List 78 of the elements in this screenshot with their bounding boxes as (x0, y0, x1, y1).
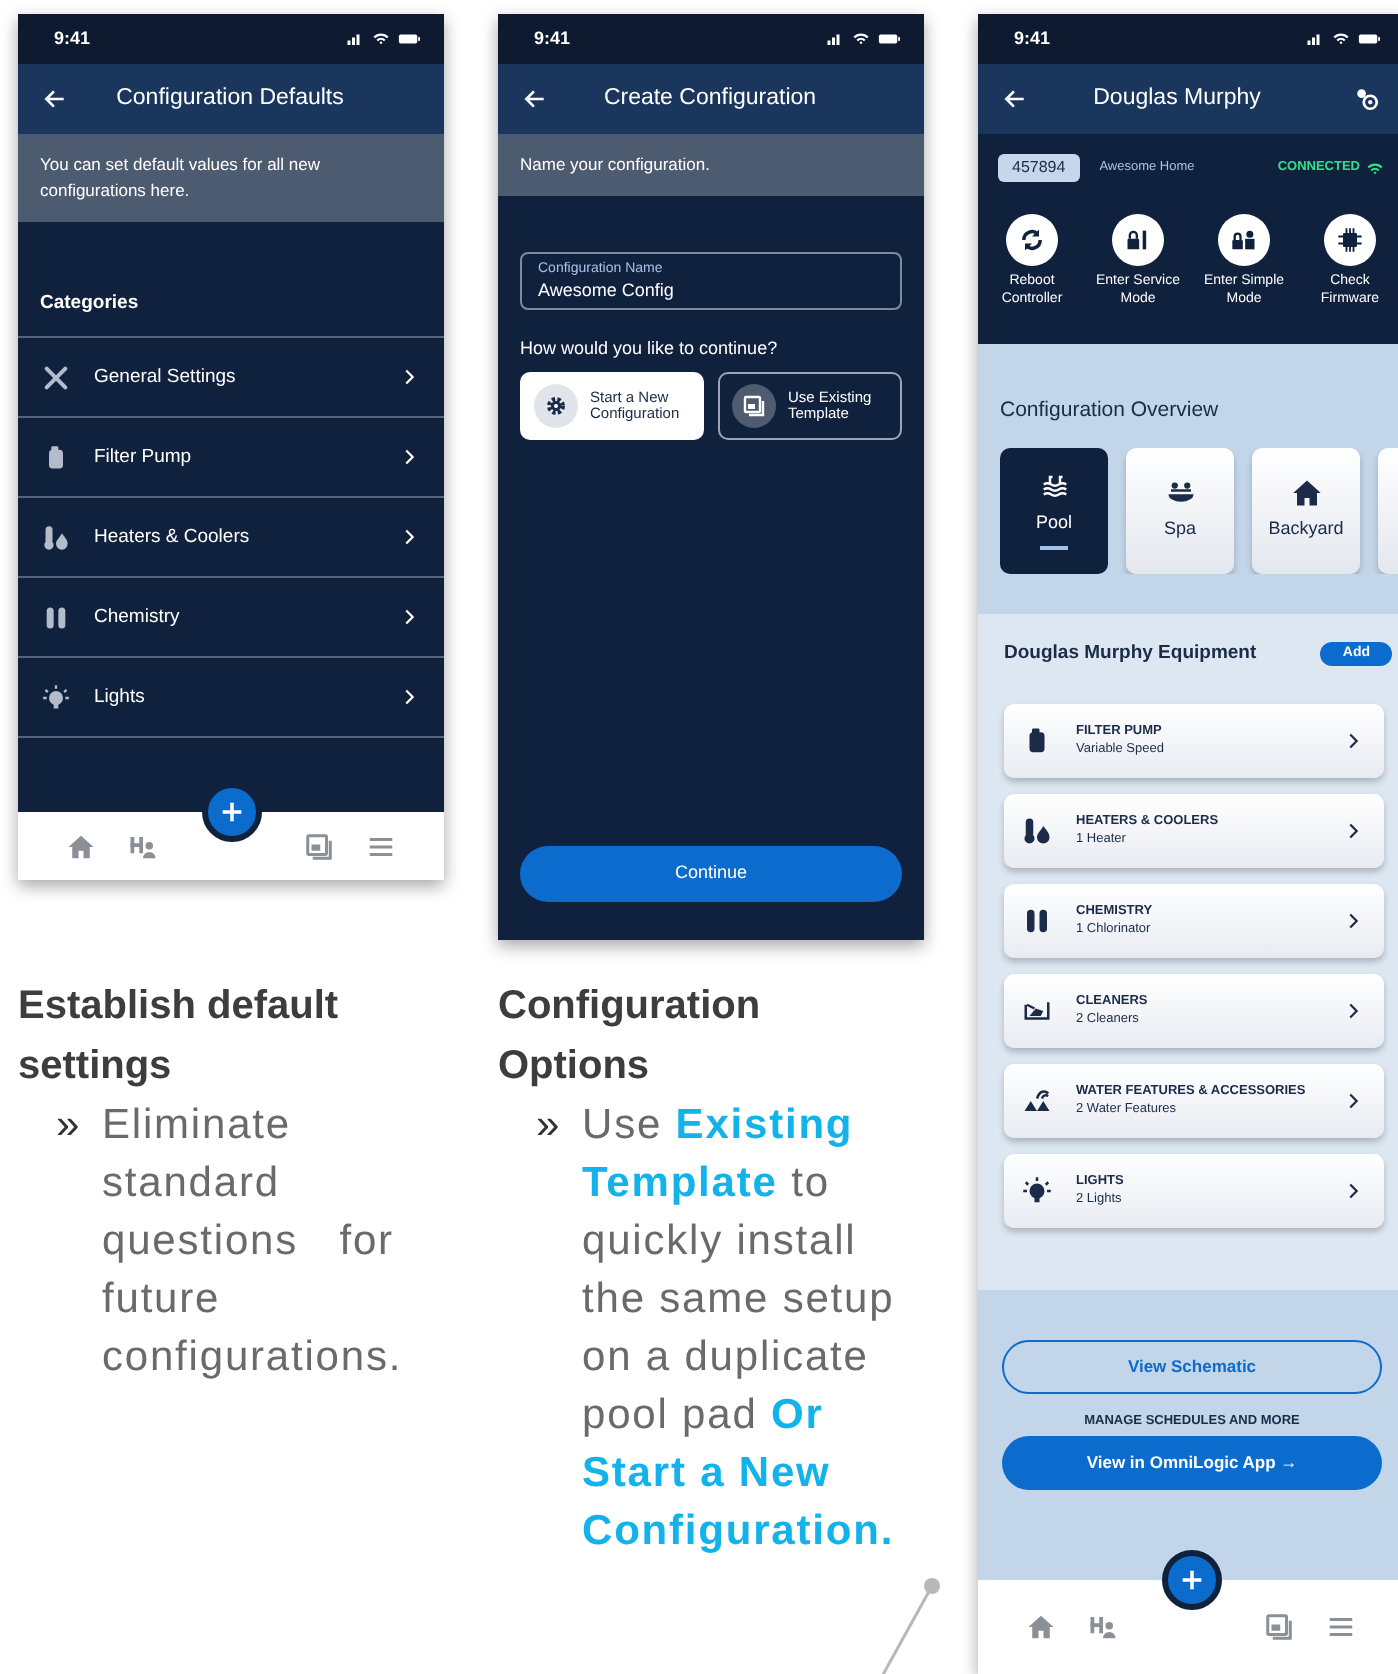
wrench-icon (42, 363, 70, 392)
bullet-mark: » (56, 1100, 82, 1152)
caption-heading: Establish default settings (18, 982, 341, 1092)
back-button[interactable] (1002, 86, 1028, 112)
template-button[interactable] (303, 831, 334, 861)
template-icon (1263, 1612, 1294, 1642)
people-button[interactable] (1088, 1612, 1119, 1642)
info-banner: You can set default values for all new configurations here. (18, 134, 444, 222)
chip-icon (1336, 226, 1364, 254)
status-time: 9:41 (1014, 25, 1051, 52)
continue-button[interactable]: Continue (520, 846, 902, 902)
wifi-icon (1366, 159, 1384, 177)
back-arrow-icon (522, 86, 548, 112)
settings-icon (1354, 86, 1380, 112)
template-icon (742, 393, 766, 417)
template-button[interactable] (1263, 1612, 1294, 1642)
people-icon (128, 831, 159, 861)
back-button[interactable] (42, 86, 68, 112)
zone-tile[interactable]: Backyard (1252, 447, 1360, 574)
screen-title: Douglas Murphy (1091, 83, 1263, 114)
thermometer-flame-icon (42, 523, 70, 552)
template-icon (303, 831, 334, 861)
pool-icon (1039, 472, 1069, 502)
signal-icon (1306, 30, 1324, 48)
gear-icon (544, 393, 568, 417)
category-row[interactable]: Lights (18, 658, 444, 739)
back-arrow-icon (42, 86, 68, 112)
open-app-button[interactable]: View in OmniLogic App → (1002, 1435, 1382, 1490)
status-time: 9:41 (54, 25, 91, 52)
menu-button[interactable] (1325, 1612, 1356, 1642)
menu-icon (1325, 1612, 1356, 1642)
signal-icon (346, 30, 364, 48)
lightbulb-icon (1022, 1176, 1052, 1207)
plus-icon (217, 798, 245, 826)
people-button[interactable] (128, 831, 159, 861)
wifi-icon (1332, 30, 1350, 48)
wifi-icon (852, 30, 870, 48)
section-heading: Configuration Overview (1000, 396, 1221, 426)
house-icon (1291, 478, 1321, 508)
lock-person-icon (1230, 226, 1258, 254)
category-row[interactable]: Heaters & Coolers (18, 498, 444, 579)
home-icon (1026, 1612, 1057, 1642)
zone-tile[interactable]: Spa (1126, 447, 1234, 574)
spa-icon (1165, 478, 1195, 508)
people-icon (1088, 1612, 1119, 1642)
category-row[interactable]: General Settings (18, 338, 444, 419)
info-banner: Name your configuration. (498, 134, 924, 196)
refresh-icon (1018, 226, 1046, 254)
caption-heading: Configuration Options (498, 982, 763, 1092)
signal-icon (826, 30, 844, 48)
plus-icon (1177, 1566, 1205, 1594)
zone-tile[interactable]: Pool (1000, 447, 1108, 574)
test-tubes-icon (1022, 906, 1052, 937)
back-button[interactable] (522, 86, 548, 112)
home-button[interactable] (66, 831, 97, 861)
test-tubes-icon (42, 603, 70, 632)
battery-icon (878, 28, 900, 50)
category-row[interactable]: Filter Pump (18, 418, 444, 499)
controller-id: 457894 (998, 154, 1080, 182)
screen-title: Create Configuration (601, 83, 819, 114)
back-arrow-icon (1002, 86, 1028, 112)
status-time: 9:41 (534, 25, 571, 52)
home-button[interactable] (1026, 1612, 1057, 1642)
lightbulb-icon (42, 683, 70, 712)
caption-text: Eliminate standard questions for future configurations. (102, 1100, 405, 1384)
settings-button[interactable] (1354, 86, 1380, 112)
wifi-icon (372, 30, 390, 48)
bullet-mark: » (536, 1100, 562, 1152)
screen-title: Configuration Defaults (114, 83, 346, 114)
home-icon (66, 831, 97, 861)
section-heading: Categories (18, 222, 444, 339)
question-text: How would you like to continue? (520, 336, 780, 362)
battery-icon (398, 28, 420, 50)
thermometer-flame-icon (1022, 816, 1052, 847)
caption-text: Use Existing Template to quickly install the same setup on a duplicate pool pad Or Start a New Configuration. (582, 1100, 897, 1558)
battery-icon (1358, 28, 1380, 50)
section-heading: Douglas Murphy Equipment (1004, 640, 1257, 668)
category-row[interactable]: Chemistry (18, 578, 444, 659)
